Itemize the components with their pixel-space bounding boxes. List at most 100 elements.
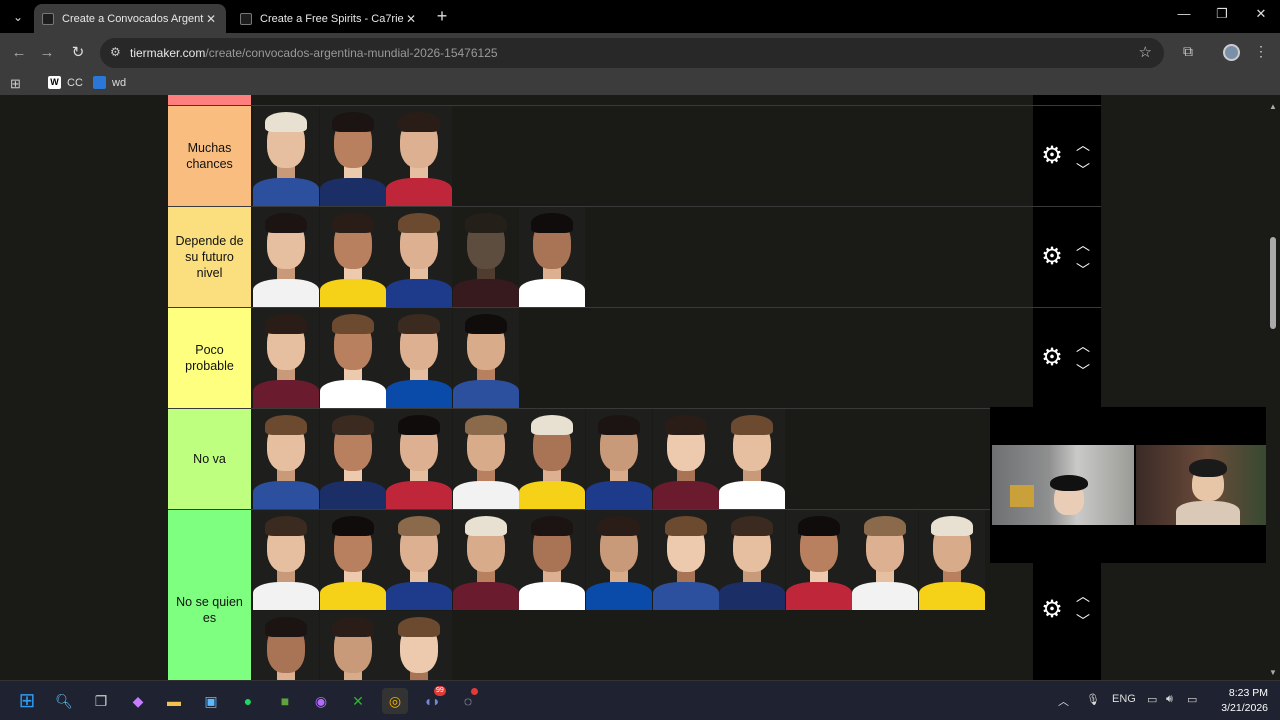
player-card[interactable] [452,207,519,307]
spotify-icon[interactable]: ● [235,688,261,714]
close-window-button[interactable]: ✕ [1249,6,1273,22]
file-explorer-icon[interactable]: ▬ [161,688,187,714]
player-card[interactable] [319,106,386,206]
player-card[interactable] [386,510,453,610]
gear-icon[interactable]: ⚙ [1038,596,1066,624]
player-card[interactable] [319,611,386,680]
chevron-down-icon[interactable]: ﹀ [1073,364,1093,378]
chrome-icon[interactable]: ◎ [382,688,408,714]
menu-dots-icon[interactable]: ⋮ [1251,43,1271,60]
tier-label[interactable]: Poco probable [168,308,251,408]
apps-grid-icon[interactable]: ⊞ [10,76,21,92]
network-icon[interactable]: ▭ [1147,693,1157,706]
copilot-icon[interactable]: ◆ [125,688,151,714]
clock[interactable]: 8:23 PM 3/21/2026 [1221,686,1268,716]
maximize-button[interactable]: ❐ [1210,6,1234,22]
minimize-button[interactable]: — [1172,6,1196,21]
gear-icon[interactable]: ⚙ [1038,243,1066,271]
player-card[interactable] [586,510,652,610]
url-text[interactable]: tiermaker.com/create/convocados-argentin… [130,46,498,60]
player-card[interactable] [253,611,319,680]
tier-label[interactable]: Depende de su futuro nivel [168,207,251,307]
chevron-down-icon[interactable]: ﹀ [1073,163,1093,177]
player-card[interactable] [319,207,386,307]
tab-search-icon[interactable]: ⌄ [8,7,28,27]
player-card[interactable] [719,409,786,509]
scroll-down-icon[interactable]: ▼ [1268,668,1278,677]
chevron-down-icon[interactable]: ﹀ [1073,614,1093,628]
tier-label[interactable]: No va [168,409,251,509]
player-card[interactable] [652,409,719,509]
tray-overflow-icon[interactable]: ︿ [1058,693,1069,709]
chevron-down-icon[interactable]: ﹀ [1073,263,1093,277]
player-card[interactable] [253,207,319,307]
back-arrow-icon[interactable]: ← [8,42,30,64]
search-icon[interactable]: 🔍︎ [51,688,77,714]
chevron-up-icon[interactable]: ︿ [1073,589,1093,603]
player-card[interactable] [519,409,586,509]
volume-icon[interactable]: 🔊︎ [1166,693,1173,706]
gear-icon[interactable]: ⚙ [1038,344,1066,372]
app-icon[interactable]: ◉ [308,688,334,714]
page-scrollbar[interactable]: ▲ ▼ [1266,100,1280,680]
player-card[interactable] [386,106,453,206]
player-card[interactable] [386,409,453,509]
player-card[interactable] [652,510,719,610]
chevron-up-icon[interactable]: ︿ [1073,138,1093,152]
player-card[interactable] [785,510,852,610]
player-card[interactable] [253,409,319,509]
player-shirt [519,582,586,610]
close-tab-icon[interactable]: ✕ [204,12,218,26]
windows-start-icon[interactable]: ⊞ [14,688,40,714]
player-shirt [253,279,319,307]
xbox-icon[interactable]: ✕ [345,688,371,714]
player-card[interactable] [386,308,453,408]
tier-label[interactable]: No se quien es [168,510,251,680]
player-card[interactable] [852,510,919,610]
scrollbar-thumb[interactable] [1270,237,1276,329]
player-card[interactable] [386,611,453,680]
player-card[interactable] [452,510,519,610]
player-card[interactable] [919,510,985,610]
reload-icon[interactable]: ↻ [67,42,89,64]
player-hair [464,314,507,334]
tier-label[interactable]: Muchas chances [168,106,251,206]
profile-avatar[interactable] [1223,44,1240,61]
battery-icon[interactable]: ▭ [1187,693,1197,706]
player-card[interactable] [319,409,386,509]
player-card[interactable] [719,510,786,610]
gear-icon[interactable]: ⚙ [1038,142,1066,170]
bookmark-wd[interactable]: wd [93,76,126,89]
tab-convocados[interactable]: Create a Convocados Argentina ✕ [34,4,226,33]
player-card[interactable] [253,308,319,408]
player-card[interactable] [452,308,519,408]
player-card[interactable] [452,409,519,509]
player-card[interactable] [519,207,586,307]
player-card[interactable] [586,409,652,509]
bookmark-cc[interactable]: W CC [48,76,83,89]
player-card[interactable] [386,207,453,307]
obs-icon[interactable]: ◌ [455,688,481,714]
site-info-icon[interactable]: ⚙ [110,45,126,61]
player-card[interactable] [319,308,386,408]
microphone-icon[interactable]: 🎙︎ [1086,693,1100,706]
store-icon[interactable]: ▣ [198,688,224,714]
discord-icon[interactable]: ◖◗ 99 [419,686,446,714]
task-view-icon[interactable]: ❐ [88,688,114,714]
new-tab-button[interactable]: + [432,6,452,27]
player-card[interactable] [253,510,319,610]
forward-arrow-icon[interactable]: → [36,42,58,64]
tab-free-spirits[interactable]: Create a Free Spirits - Ca7riel y P ✕ [232,4,426,33]
chevron-up-icon[interactable]: ︿ [1073,238,1093,252]
player-card[interactable] [519,510,586,610]
language-indicator[interactable]: ENG [1112,693,1136,705]
player-card[interactable] [253,106,319,206]
extensions-icon[interactable]: ⧉ [1178,43,1198,60]
bookmark-star-icon[interactable]: ☆ [1139,43,1152,61]
chevron-up-icon[interactable]: ︿ [1073,339,1093,353]
close-tab-icon[interactable]: ✕ [404,12,418,26]
player-card[interactable] [319,510,386,610]
minecraft-icon[interactable]: ■ [272,688,298,714]
scroll-up-icon[interactable]: ▲ [1268,102,1278,111]
address-bar[interactable]: ⚙ tiermaker.com/create/convocados-argent… [100,38,1164,68]
